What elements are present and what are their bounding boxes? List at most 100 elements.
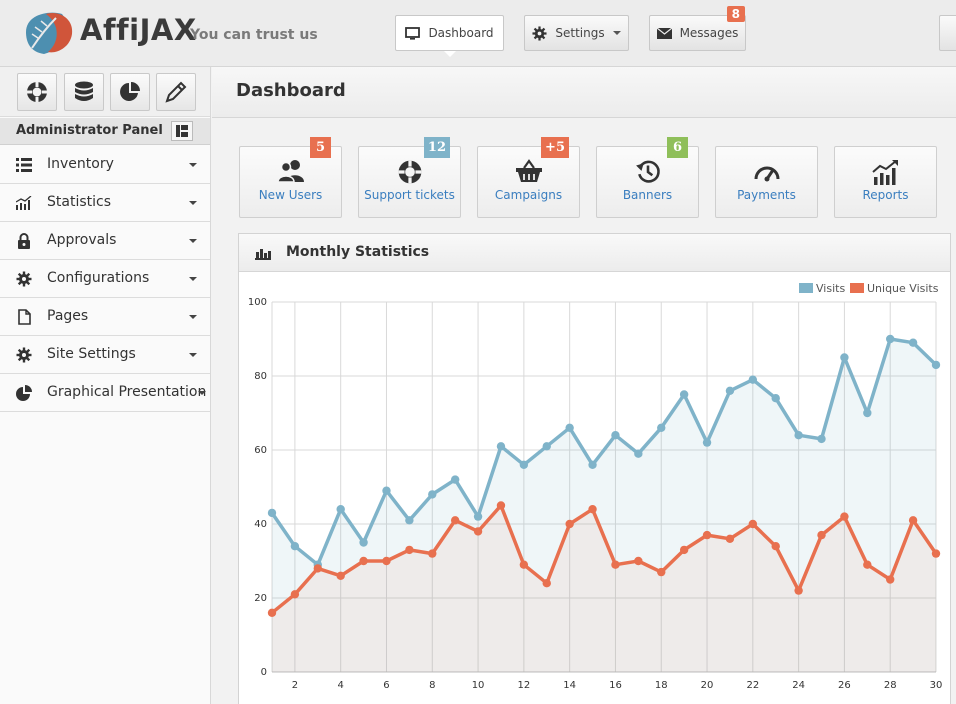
sidebar-item-label: Configurations xyxy=(47,270,150,286)
users-icon xyxy=(276,160,304,183)
data-point xyxy=(428,490,437,499)
data-point xyxy=(679,390,689,399)
tile-campaigns[interactable]: Campaigns +5 xyxy=(477,137,580,218)
tile-label: Reports xyxy=(862,188,909,202)
lock-icon xyxy=(16,233,32,249)
x-tick-label: 30 xyxy=(930,680,943,691)
legend-label: Unique Visits xyxy=(867,282,939,295)
envelope-icon xyxy=(656,27,672,39)
data-point xyxy=(931,549,941,558)
tile-label: Payments xyxy=(737,188,796,202)
data-point xyxy=(817,434,826,444)
chevron-down-icon xyxy=(198,391,206,395)
database-tool-button[interactable] xyxy=(64,73,104,111)
y-tick-label: 40 xyxy=(254,519,267,530)
y-tick-label: 100 xyxy=(248,297,267,308)
data-point xyxy=(725,386,735,395)
data-point xyxy=(657,567,666,577)
gear-icon xyxy=(532,25,547,41)
data-point xyxy=(450,475,460,484)
lifebuoy-tool-button[interactable] xyxy=(17,73,57,111)
chevron-down-icon xyxy=(612,31,621,35)
data-point xyxy=(908,338,918,347)
data-point xyxy=(702,438,712,447)
chevron-down-icon xyxy=(189,163,197,167)
data-point xyxy=(405,516,414,525)
gear-icon xyxy=(16,271,32,287)
list-icon xyxy=(16,157,32,173)
data-point xyxy=(496,442,506,451)
logo-leaf-icon xyxy=(26,12,73,54)
legend-swatch xyxy=(850,283,864,293)
sidebar-item-pages[interactable]: Pages xyxy=(0,298,210,336)
data-point xyxy=(290,590,300,599)
history-icon xyxy=(635,160,660,183)
data-point xyxy=(657,423,666,432)
data-point xyxy=(382,556,391,566)
y-tick-label: 60 xyxy=(254,445,267,456)
data-point xyxy=(313,564,322,573)
data-point xyxy=(771,394,780,403)
data-point xyxy=(863,408,872,418)
pie-chart-icon xyxy=(120,82,140,101)
monitor-icon xyxy=(405,26,421,40)
sidebar-item-configurations[interactable]: Configurations xyxy=(0,260,210,298)
tile-label: Support tickets xyxy=(364,188,455,202)
sidebar-item-label: Site Settings xyxy=(47,346,136,362)
chevron-down-icon xyxy=(189,353,197,357)
data-point xyxy=(519,560,529,569)
tile-reports[interactable]: Reports xyxy=(834,146,937,218)
sidebar-menu: Inventory Statistics Approvals Configura… xyxy=(0,146,210,412)
data-point xyxy=(748,375,758,384)
tile-new-users[interactable]: New Users 5 xyxy=(239,137,342,218)
nav-messages-button[interactable]: Messages 8 xyxy=(649,6,746,51)
data-point xyxy=(405,545,414,555)
data-point xyxy=(863,560,872,569)
tile-label: Campaigns xyxy=(494,188,563,202)
sidebar-item-approvals[interactable]: Approvals xyxy=(0,222,210,260)
sidebar-item-label: Graphical Presentation xyxy=(47,384,207,400)
layout-icon xyxy=(176,125,188,137)
tile-banners[interactable]: Banners 6 xyxy=(596,137,699,218)
monthly-statistics-panel: Monthly Statistics 0 20 40 60 80 100 2 4 6 8 10 12 1… xyxy=(238,233,951,704)
sidebar-item-inventory[interactable]: Inventory xyxy=(0,146,210,184)
data-point xyxy=(359,538,368,547)
page-title: Dashboard xyxy=(236,80,346,101)
gear-icon xyxy=(16,347,32,363)
nav-dashboard-label: Dashboard xyxy=(428,26,494,40)
x-tick-label: 26 xyxy=(838,680,851,691)
chevron-down-icon xyxy=(189,201,197,205)
tile-support-tickets[interactable]: Support tickets 12 xyxy=(358,137,461,218)
data-point xyxy=(382,486,391,495)
gauge-icon xyxy=(754,166,779,182)
tile-label: New Users xyxy=(258,188,323,202)
data-point xyxy=(931,360,941,370)
legend-label: Visits xyxy=(816,282,845,295)
x-tick-label: 20 xyxy=(701,680,714,691)
sidebar-item-label: Inventory xyxy=(47,156,114,172)
header-user-button[interactable] xyxy=(939,15,956,51)
data-point xyxy=(611,560,620,569)
tile-badge: 12 xyxy=(423,137,450,158)
panel-toggle-button[interactable] xyxy=(171,121,193,141)
tile-payments[interactable]: Payments xyxy=(715,146,818,218)
sidebar-item-label: Statistics xyxy=(47,194,111,210)
sidebar-item-site-settings[interactable]: Site Settings xyxy=(0,336,210,374)
data-point xyxy=(267,508,277,518)
x-tick-label: 4 xyxy=(338,680,344,691)
nav-settings-button[interactable]: Settings xyxy=(524,15,629,51)
database-icon xyxy=(75,81,93,101)
tile-label: Banners xyxy=(622,188,673,202)
data-point xyxy=(428,549,437,558)
sidebar-item-graphical-presentation[interactable]: Graphical Presentation xyxy=(0,374,210,412)
nav-dashboard-button[interactable]: Dashboard xyxy=(395,15,504,57)
tile-badge: +5 xyxy=(541,137,569,158)
edit-tool-button[interactable] xyxy=(156,73,196,111)
pie-chart-tool-button[interactable] xyxy=(110,73,150,111)
x-tick-label: 10 xyxy=(472,680,485,691)
sidebar-item-statistics[interactable]: Statistics xyxy=(0,184,210,222)
data-point xyxy=(611,431,620,440)
data-point xyxy=(794,431,803,440)
growth-chart-icon xyxy=(871,160,898,185)
data-point xyxy=(336,571,345,580)
